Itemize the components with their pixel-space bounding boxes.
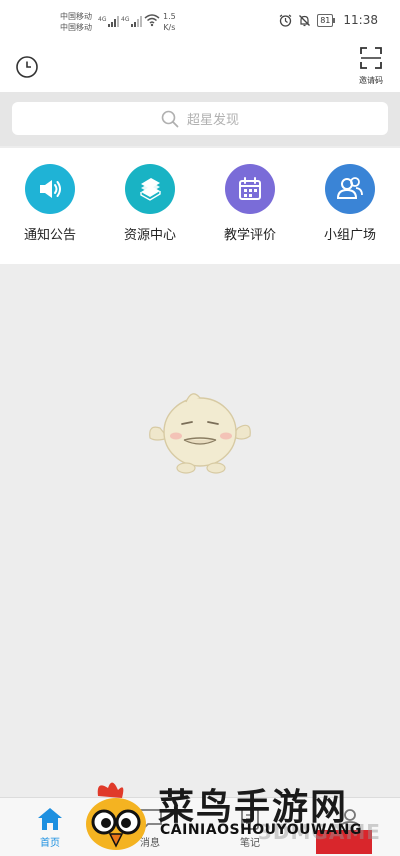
tab-label-notes: 笔记 [240, 838, 260, 849]
net-2-label: 4G [121, 16, 130, 23]
invite-code-label: 邀请码 [359, 76, 383, 85]
search-placeholder: 超星发现 [186, 113, 239, 128]
books-icon [125, 164, 175, 214]
invite-code-button[interactable]: 邀请码 [356, 46, 386, 88]
search-area: 超星发现 [0, 92, 400, 146]
megaphone-icon [25, 164, 75, 214]
tab-label-home: 首页 [40, 838, 60, 849]
profile-icon [339, 809, 361, 831]
bottom-tab-bar: 首页 消息 笔记 我 [0, 797, 400, 856]
carrier-1: 中国移动 [60, 12, 92, 21]
nav-label-resources: 资源中心 [123, 228, 176, 243]
tab-profile[interactable]: 我 [300, 798, 400, 856]
clock-icon [16, 56, 38, 78]
search-input[interactable]: 超星发现 [12, 102, 388, 135]
scan-frame-icon [360, 47, 382, 69]
nav-item-notice[interactable]: 通知公告 [0, 148, 100, 264]
tab-notes[interactable]: 笔记 [200, 798, 300, 856]
carrier-info: 中国移动 中国移动 [60, 11, 92, 33]
tab-label-profile: 我 [345, 838, 355, 849]
nav-label-groups: 小组广场 [323, 228, 376, 243]
status-right: 81 11:38 [279, 13, 378, 27]
alarm-icon [279, 14, 292, 27]
signal-2-icon: 4G [121, 16, 142, 27]
message-icon [138, 809, 162, 832]
app-header: 邀请码 [0, 44, 400, 92]
nav-item-resources[interactable]: 资源中心 [100, 148, 200, 264]
nav-item-evaluation[interactable]: 教学评价 [200, 148, 300, 264]
nav-label-notice: 通知公告 [23, 228, 76, 243]
wifi-icon [144, 14, 160, 27]
net-speed-value: 1.5 [163, 12, 176, 21]
tab-label-messages: 消息 [140, 838, 160, 849]
net-1-label: 4G [98, 16, 107, 23]
signal-1-icon: 4G [98, 16, 119, 27]
clock-time: 11:38 [343, 13, 378, 27]
content-area [0, 264, 400, 798]
nav-item-groups[interactable]: 小组广场 [300, 148, 400, 264]
nav-label-evaluation: 教学评价 [223, 228, 276, 243]
carrier-2: 中国移动 [60, 23, 92, 32]
status-bar: 中国移动 中国移动 4G 4G 1.5 K/s 81 11:38 [0, 0, 400, 44]
battery-indicator: 81 [317, 13, 336, 27]
tab-home[interactable]: 首页 [0, 798, 100, 856]
net-speed: 1.5 K/s [163, 11, 176, 33]
net-speed-unit: K/s [163, 23, 176, 32]
quick-nav: 通知公告 资源中心 教学评价 小组广场 [0, 148, 400, 264]
search-icon [161, 110, 179, 127]
calendar-icon [225, 164, 275, 214]
history-button[interactable] [14, 54, 40, 80]
note-icon [241, 808, 259, 830]
group-icon [325, 164, 375, 214]
mute-bell-icon [299, 14, 311, 26]
home-icon [38, 808, 62, 830]
tab-messages[interactable]: 消息 [100, 798, 200, 856]
empty-state-mascot-illustration [149, 393, 251, 474]
